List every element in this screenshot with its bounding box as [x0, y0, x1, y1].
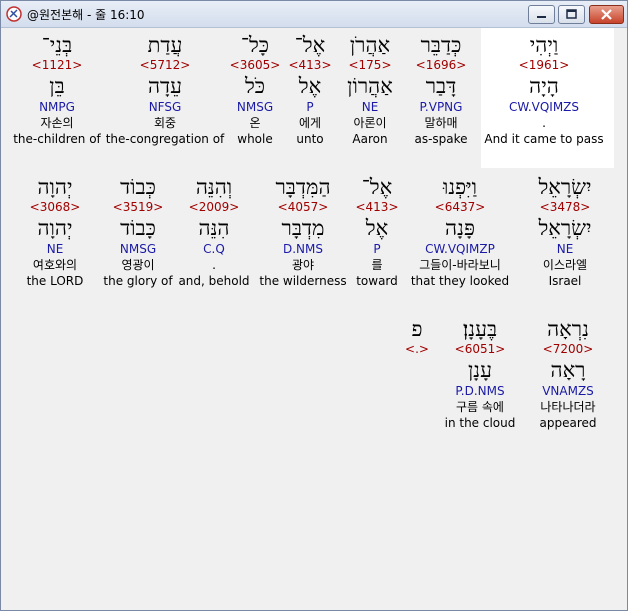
- window-title: @원전본해 - 줄 16:10: [27, 8, 145, 22]
- minimize-button[interactable]: [528, 5, 555, 24]
- title-bar[interactable]: @원전본해 - 줄 16:10: [1, 1, 627, 28]
- word-strong: <.>: [405, 342, 429, 356]
- maximize-icon: [566, 9, 577, 19]
- word-parse: NE: [46, 242, 64, 256]
- word-eng: [349, 415, 485, 431]
- word-lemma: בֵּן: [49, 74, 65, 98]
- word-heb: בְּנֵי־: [41, 33, 73, 57]
- word-strong: <1121>: [31, 58, 83, 72]
- close-icon: [601, 9, 612, 20]
- word-heb: יְהוָה: [37, 175, 73, 199]
- word-parse: [349, 384, 485, 399]
- close-button[interactable]: [589, 5, 624, 24]
- word-kor: [349, 399, 485, 415]
- word-cell[interactable]: פ <.>: [349, 316, 485, 431]
- maximize-button[interactable]: [558, 5, 585, 24]
- word-heb: פ: [411, 317, 423, 341]
- word-eng: the-children of: [13, 132, 101, 146]
- minimize-icon: [537, 16, 546, 18]
- word-kor: 여호와의: [32, 258, 78, 272]
- word-strong: <3068>: [29, 200, 81, 214]
- word-cell[interactable]: יְהוָה <3068> יְהוָה NE 여호와의 the LORD: [0, 174, 123, 289]
- interlinear-view[interactable]: וַיְהִי <1961> הָיָה CW.VQIMZS. And it came …: [5, 28, 623, 606]
- word-cell[interactable]: בְּנֵי־ <1121> בֵּן NMPG 자손의 the-children of: [0, 32, 125, 147]
- word-lemma: יְהוָה: [37, 216, 73, 240]
- word-parse: NMPG: [39, 100, 75, 114]
- app-window: @원전본해 - 줄 16:10 וַיְהִי <1961> הָיָה CW.VQI…: [0, 0, 628, 611]
- word-lemma: [349, 357, 485, 384]
- app-logo-icon: [6, 6, 22, 22]
- word-kor: 자손의: [40, 116, 74, 130]
- word-eng: the LORD: [26, 274, 84, 288]
